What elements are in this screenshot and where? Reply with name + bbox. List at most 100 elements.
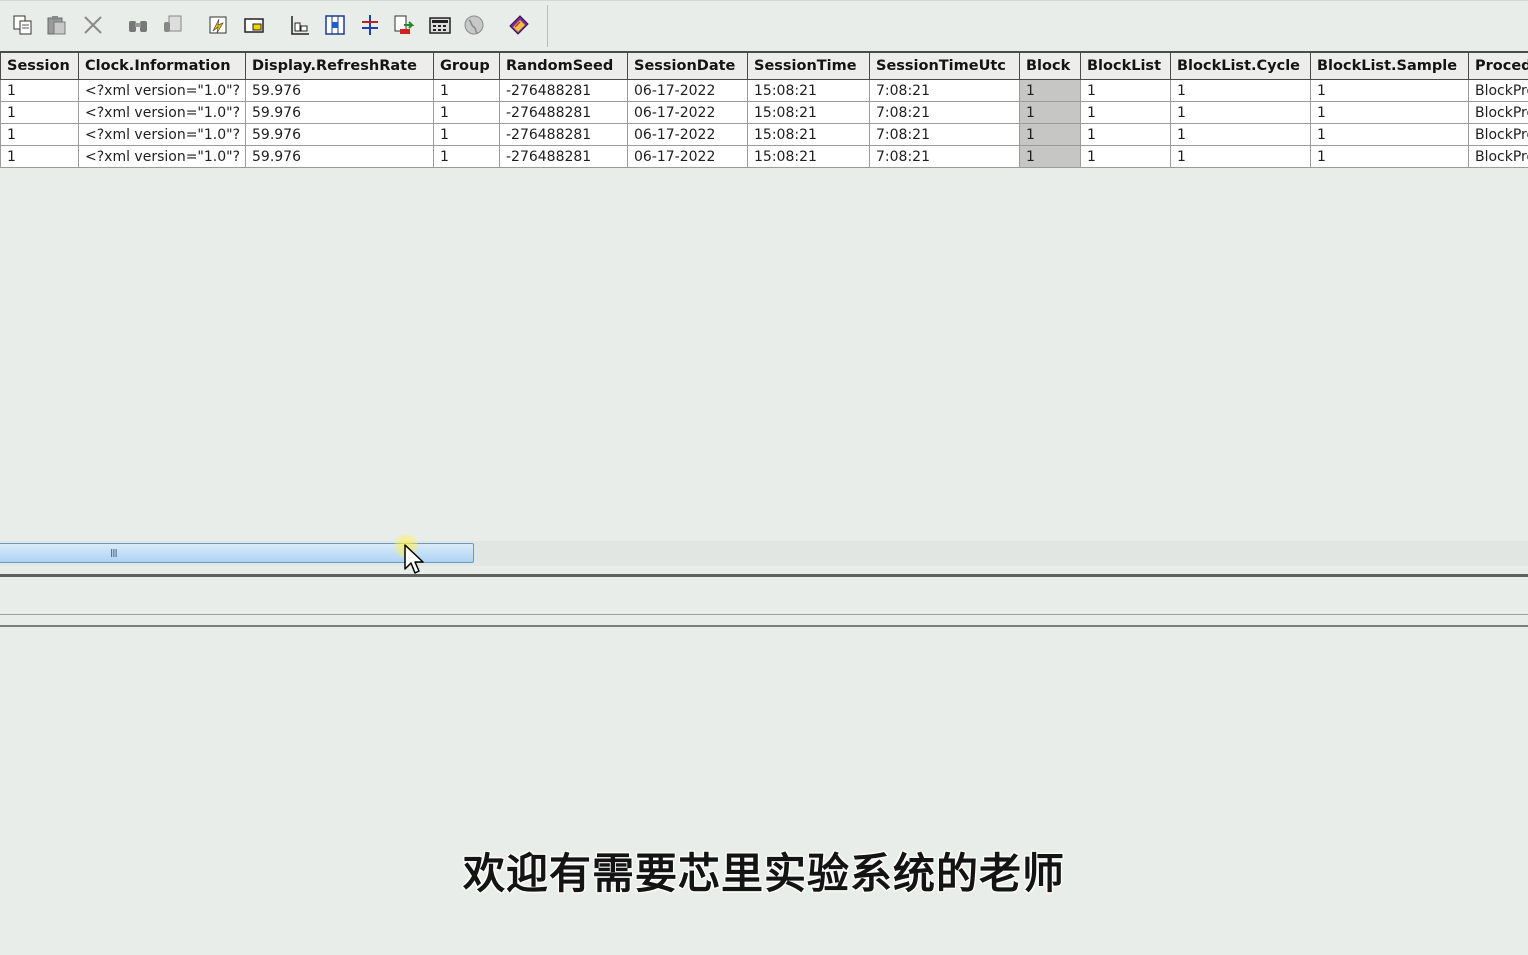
table-cell-selected[interactable]: 1 — [1019, 101, 1081, 124]
header-row: Session Clock.Information Display.Refres… — [0, 51, 1528, 80]
table-cell-selected[interactable]: 1 — [1019, 145, 1081, 168]
table-cell[interactable]: BlockProc — [1468, 123, 1528, 146]
table-cell[interactable]: -276488281 — [499, 145, 628, 168]
sort-button[interactable] — [357, 12, 383, 38]
table-cell[interactable]: 1 — [1310, 79, 1469, 102]
table-cell[interactable]: 59.976 — [245, 145, 434, 168]
hide-column-button[interactable] — [241, 12, 267, 38]
table-cell[interactable]: 06-17-2022 — [627, 101, 748, 124]
table-cell[interactable]: 1 — [0, 145, 79, 168]
column-header-blocklist-cycle[interactable]: BlockList.Cycle — [1170, 51, 1311, 80]
table-cell[interactable]: 59.976 — [245, 123, 434, 146]
table-cell[interactable]: 7:08:21 — [869, 145, 1020, 168]
table-cell[interactable]: 1 — [0, 79, 79, 102]
globe-icon — [464, 15, 484, 35]
table-cell[interactable]: BlockProc — [1468, 79, 1528, 102]
table-cell[interactable]: 1 — [1080, 123, 1171, 146]
hide-column-icon — [244, 18, 264, 33]
table-cell[interactable]: 1 — [0, 123, 79, 146]
table-cell[interactable]: 15:08:21 — [747, 145, 870, 168]
table-cell[interactable]: <?xml version="1.0"? — [78, 123, 246, 146]
table-cell[interactable]: 1 — [1170, 145, 1311, 168]
table-cell[interactable]: 1 — [433, 101, 500, 124]
filter-button[interactable] — [205, 12, 231, 38]
table-cell[interactable]: 15:08:21 — [747, 79, 870, 102]
table-row[interactable]: 1 <?xml version="1.0"? 59.976 1 -2764882… — [0, 145, 1528, 168]
globe-button[interactable] — [461, 12, 487, 38]
table-cell[interactable]: <?xml version="1.0"? — [78, 79, 246, 102]
scrollbar-grip: III — [110, 547, 118, 560]
cut-button[interactable] — [80, 12, 106, 38]
table-cell[interactable]: 1 — [433, 145, 500, 168]
table-row[interactable]: 1 <?xml version="1.0"? 59.976 1 -2764882… — [0, 79, 1528, 102]
column-header-blocklist-sample[interactable]: BlockList.Sample — [1310, 51, 1469, 80]
table-cell[interactable]: <?xml version="1.0"? — [78, 101, 246, 124]
find-icon — [129, 21, 147, 32]
table-cell[interactable]: 1 — [1170, 101, 1311, 124]
paste-button[interactable] — [44, 12, 70, 38]
replace-icon — [164, 15, 182, 32]
column-header-session[interactable]: Session — [0, 51, 79, 80]
table-cell[interactable]: -276488281 — [499, 123, 628, 146]
column-header-display-refreshrate[interactable]: Display.RefreshRate — [245, 51, 434, 80]
video-subtitle: 欢迎有需要芯里实验系统的老师 — [462, 849, 1065, 898]
pane-divider[interactable] — [0, 574, 1528, 577]
find-button[interactable] — [125, 12, 151, 38]
table-cell[interactable]: 1 — [433, 123, 500, 146]
column-header-randomseed[interactable]: RandomSeed — [499, 51, 628, 80]
book-button[interactable] — [506, 12, 532, 38]
table-cell[interactable]: 1 — [1080, 101, 1171, 124]
table-cell[interactable]: 1 — [1080, 145, 1171, 168]
table-cell[interactable]: 1 — [1080, 79, 1171, 102]
sort-icon — [362, 15, 378, 35]
table-row[interactable]: 1 <?xml version="1.0"? 59.976 1 -2764882… — [0, 123, 1528, 146]
table-cell[interactable]: 1 — [1310, 101, 1469, 124]
calculator-button[interactable] — [427, 12, 453, 38]
select-columns-button[interactable] — [322, 12, 348, 38]
table-cell[interactable]: 7:08:21 — [869, 101, 1020, 124]
table-cell-selected[interactable]: 1 — [1019, 123, 1081, 146]
table-cell[interactable]: 59.976 — [245, 101, 434, 124]
table-cell[interactable]: 7:08:21 — [869, 79, 1020, 102]
column-header-procedure[interactable]: Procedure — [1468, 51, 1528, 80]
column-header-sessiontimeutc[interactable]: SessionTimeUtc — [869, 51, 1020, 80]
column-header-block[interactable]: Block — [1019, 51, 1081, 80]
table-cell[interactable]: 15:08:21 — [747, 101, 870, 124]
column-header-sessiontime[interactable]: SessionTime — [747, 51, 870, 80]
table-cell[interactable]: <?xml version="1.0"? — [78, 145, 246, 168]
table-cell[interactable]: 06-17-2022 — [627, 79, 748, 102]
export-button[interactable] — [391, 12, 417, 38]
table-cell-selected[interactable]: 1 — [1019, 79, 1081, 102]
table-cell[interactable]: 1 — [1310, 123, 1469, 146]
table-cell[interactable]: 1 — [1170, 79, 1311, 102]
column-header-blocklist[interactable]: BlockList — [1080, 51, 1171, 80]
column-header-group[interactable]: Group — [433, 51, 500, 80]
copy-icon — [13, 15, 32, 35]
table-cell[interactable]: 1 — [433, 79, 500, 102]
book-icon — [509, 15, 529, 35]
table-cell[interactable]: 1 — [0, 101, 79, 124]
horizontal-scrollbar[interactable]: III — [0, 541, 1528, 566]
table-cell[interactable]: 06-17-2022 — [627, 145, 748, 168]
mouse-pointer-icon — [404, 544, 424, 574]
table-cell[interactable]: 59.976 — [245, 79, 434, 102]
table-cell[interactable]: -276488281 — [499, 79, 628, 102]
separator-line — [0, 625, 1528, 627]
table-cell[interactable]: 06-17-2022 — [627, 123, 748, 146]
arrange-columns-button[interactable] — [287, 12, 313, 38]
table-cell[interactable]: 15:08:21 — [747, 123, 870, 146]
cut-icon — [84, 16, 102, 34]
column-header-sessiondate[interactable]: SessionDate — [627, 51, 748, 80]
table-cell[interactable]: BlockProc — [1468, 145, 1528, 168]
table-row[interactable]: 1 <?xml version="1.0"? 59.976 1 -2764882… — [0, 101, 1528, 124]
table-cell[interactable]: 1 — [1310, 145, 1469, 168]
select-columns-icon — [325, 15, 345, 35]
table-cell[interactable]: BlockProc — [1468, 101, 1528, 124]
copy-button[interactable] — [10, 12, 36, 38]
column-header-clock-information[interactable]: Clock.Information — [78, 51, 246, 80]
table-cell[interactable]: 7:08:21 — [869, 123, 1020, 146]
replace-button[interactable] — [160, 12, 186, 38]
separator-line — [0, 614, 1528, 615]
table-cell[interactable]: 1 — [1170, 123, 1311, 146]
table-cell[interactable]: -276488281 — [499, 101, 628, 124]
